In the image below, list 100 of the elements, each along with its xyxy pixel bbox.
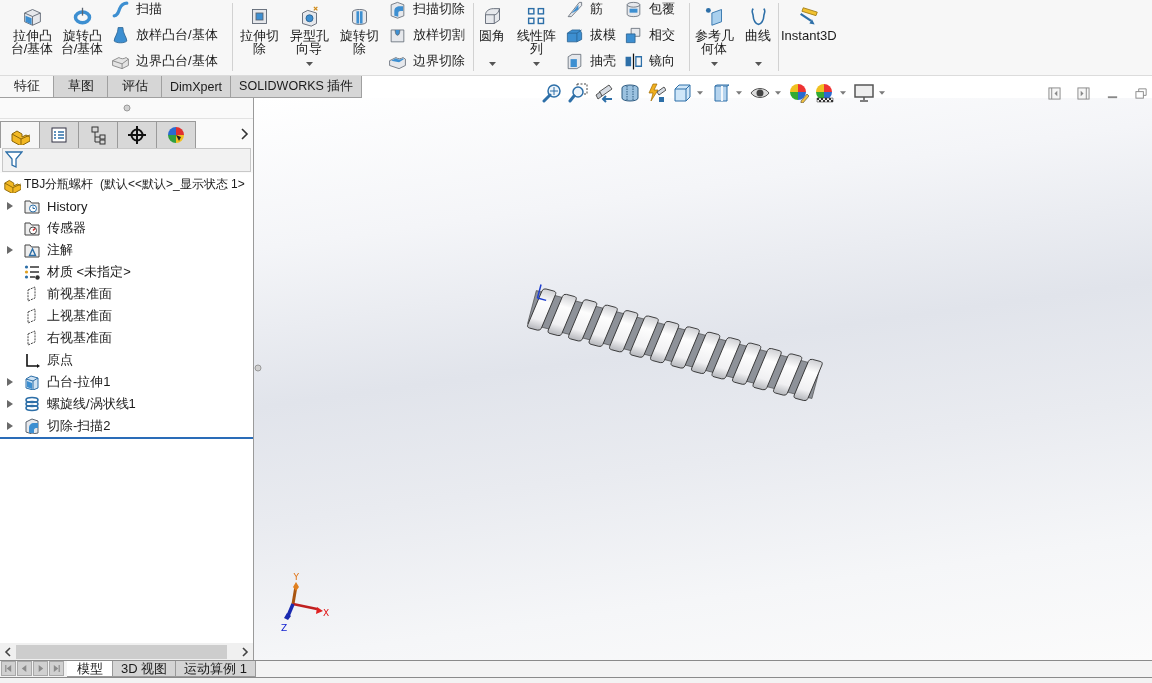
tile-left-icon[interactable]	[1048, 86, 1061, 100]
ribbon-button[interactable]: 相交	[621, 22, 678, 48]
ribbon-button[interactable]: 旋转切除	[335, 0, 383, 74]
ribbon-button[interactable]: 边界切除	[385, 48, 468, 74]
folder-gauge-icon	[24, 220, 40, 236]
zoom-fit-icon[interactable]	[542, 83, 563, 103]
ribbon-button[interactable]: 异型孔向导	[285, 0, 333, 74]
expand-arrow-icon[interactable]	[7, 400, 13, 408]
sectioned-cylinder-icon[interactable]	[620, 83, 641, 103]
color-wheel-icon	[166, 125, 186, 145]
expand-arrow-icon[interactable]	[7, 202, 13, 210]
caret-icon[interactable]	[775, 91, 782, 95]
grip-dot-icon[interactable]	[254, 364, 262, 372]
caret-icon[interactable]	[710, 62, 718, 66]
folder-clock-icon	[24, 198, 40, 214]
chevron-right-icon[interactable]	[240, 127, 249, 140]
filter-field[interactable]	[2, 148, 251, 172]
tree-item[interactable]: 上视基准面	[0, 305, 112, 327]
s-curve-icon	[111, 0, 130, 19]
lightning-spyglass-icon[interactable]	[646, 83, 667, 103]
caret-icon[interactable]	[879, 91, 886, 95]
tree-item[interactable]: 前视基准面	[0, 283, 112, 305]
zoom-area-icon[interactable]	[568, 83, 589, 103]
expand-arrow-icon[interactable]	[7, 422, 13, 430]
tree-item[interactable]: TBJ分瓶螺杆 (默认<<默认>_显示状态 1>	[0, 173, 245, 195]
ribbon-button[interactable]: 放样凸台/基体	[108, 22, 221, 48]
ribbon-button[interactable]: 包覆	[621, 0, 678, 22]
shaded-box-icon[interactable]	[711, 83, 732, 103]
configuration-tree-icon	[88, 125, 108, 145]
cube-icon[interactable]	[672, 83, 693, 103]
command-tab[interactable]: 特征	[0, 76, 54, 97]
view-tab[interactable]: 3D 视图	[113, 661, 177, 677]
ribbon-button[interactable]: 镜向	[621, 48, 678, 74]
tree-item[interactable]: 右视基准面	[0, 327, 112, 349]
tree-item[interactable]: 材质 <未指定>	[0, 261, 131, 283]
triangle-right-icon	[36, 664, 45, 673]
ribbon-button[interactable]: 拉伸切除	[235, 0, 283, 74]
ribbon-button[interactable]: 参考几何体	[690, 0, 738, 74]
ribbon-button[interactable]: Instant3D	[779, 0, 839, 74]
tree-item[interactable]: 传感器	[0, 217, 86, 239]
command-tab[interactable]: 草图	[54, 76, 108, 97]
ribbon-button[interactable]: 曲线	[740, 0, 776, 74]
ruler-arrow-icon	[798, 6, 820, 27]
scroll-left-icon[interactable]	[4, 646, 12, 657]
x-axis-arrow	[292, 602, 323, 614]
restore-icon[interactable]	[1135, 86, 1148, 100]
caret-icon[interactable]	[754, 62, 762, 66]
tree-item[interactable]: 凸台-拉伸1	[0, 371, 111, 393]
caret-icon[interactable]	[840, 91, 847, 95]
tree-item[interactable]: 注解	[0, 239, 73, 261]
tree-item[interactable]: 原点	[0, 349, 73, 371]
caret-icon[interactable]	[697, 91, 704, 95]
tree-item[interactable]: 切除-扫描2	[0, 415, 111, 437]
view-tab[interactable]: 模型	[67, 661, 113, 677]
ring-icon	[71, 6, 93, 27]
command-tab[interactable]: SOLIDWORKS 插件	[231, 76, 363, 97]
scroll-right-icon[interactable]	[241, 646, 249, 657]
ribbon-button[interactable]: 筋	[562, 0, 619, 22]
ribbon-button[interactable]: 线性阵列	[512, 0, 560, 74]
graphics-area[interactable]: Y X Z	[254, 98, 1152, 660]
tree-item[interactable]: History	[0, 195, 88, 217]
command-tab[interactable]: 评估	[108, 76, 162, 97]
caret-icon[interactable]	[488, 62, 496, 66]
ribbon-button[interactable]: 拔模	[562, 22, 619, 48]
spyglass-arrow-icon[interactable]	[594, 83, 615, 103]
view-tab[interactable]: 运动算例 1	[176, 661, 257, 677]
ribbon-button[interactable]: 边界凸台/基体	[108, 48, 221, 74]
axis-label: X	[323, 608, 330, 618]
ribbon-button[interactable]: 放样切割	[385, 22, 468, 48]
skip-start-icon	[4, 664, 13, 673]
horizontal-scrollbar[interactable]	[0, 643, 253, 660]
color-ball-checker-icon[interactable]	[815, 83, 836, 103]
tile-right-icon[interactable]	[1077, 86, 1090, 100]
expand-arrow-icon[interactable]	[7, 378, 13, 386]
expand-arrow-icon[interactable]	[7, 246, 13, 254]
ribbon-button[interactable]: 圆角	[474, 0, 510, 74]
plane-point-icon	[703, 6, 725, 27]
swept-cut-block-icon	[388, 0, 407, 19]
panel-tab[interactable]	[117, 121, 157, 148]
folder-triangle-icon	[24, 242, 40, 258]
monitor-icon[interactable]	[854, 83, 875, 103]
tree-item[interactable]: 螺旋线/涡状线1	[0, 393, 136, 415]
ribbon-button[interactable]: 抽壳	[562, 48, 619, 74]
grip-dot-icon[interactable]	[122, 104, 131, 112]
caret-icon[interactable]	[532, 62, 540, 66]
command-tab[interactable]: DimXpert	[162, 76, 232, 97]
ribbon-button[interactable]: 旋转凸台/基体	[58, 0, 106, 74]
ribbon-button[interactable]: 拉伸凸台/基体	[8, 0, 56, 74]
filter-icon	[5, 151, 23, 169]
ribbon-button[interactable]: 扫描	[108, 0, 221, 22]
axis-label: Z	[281, 623, 288, 633]
scroll-thumb[interactable]	[16, 644, 227, 659]
caret-icon[interactable]	[305, 62, 313, 66]
caret-icon[interactable]	[736, 91, 743, 95]
hollow-box-icon	[565, 51, 584, 71]
extruded-block-icon	[21, 6, 43, 27]
origin-axes-icon	[24, 352, 40, 368]
flared-shape-icon	[111, 25, 130, 45]
color-ball-pencil-icon[interactable]	[789, 83, 810, 103]
ribbon-button[interactable]: 扫描切除	[385, 0, 468, 22]
